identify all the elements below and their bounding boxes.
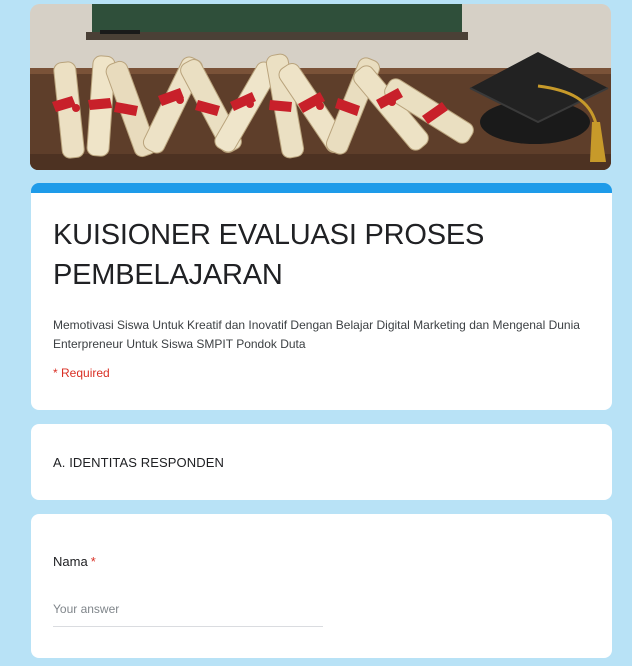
required-asterisk: * [90,554,96,569]
question-card-nama: Nama * [31,514,612,658]
form-header-card: KUISIONER EVALUASI PROSES PEMBELAJARAN M… [31,183,612,410]
graduation-diplomas-image [30,4,611,170]
question-label-text: Nama [53,554,88,569]
form-title: KUISIONER EVALUASI PROSES PEMBELAJARAN [53,219,485,291]
section-title: A. IDENTITAS RESPONDEN [53,455,224,470]
required-note: * Required [53,366,110,380]
section-header-card: A. IDENTITAS RESPONDEN [31,424,612,500]
form-description: Memotivasi Siswa Untuk Kreatif dan Inova… [53,318,580,351]
question-label: Nama * [53,554,96,569]
nama-answer-input[interactable] [53,596,323,627]
form-page: KUISIONER EVALUASI PROSES PEMBELAJARAN M… [0,0,632,666]
header-banner-image [30,4,611,170]
